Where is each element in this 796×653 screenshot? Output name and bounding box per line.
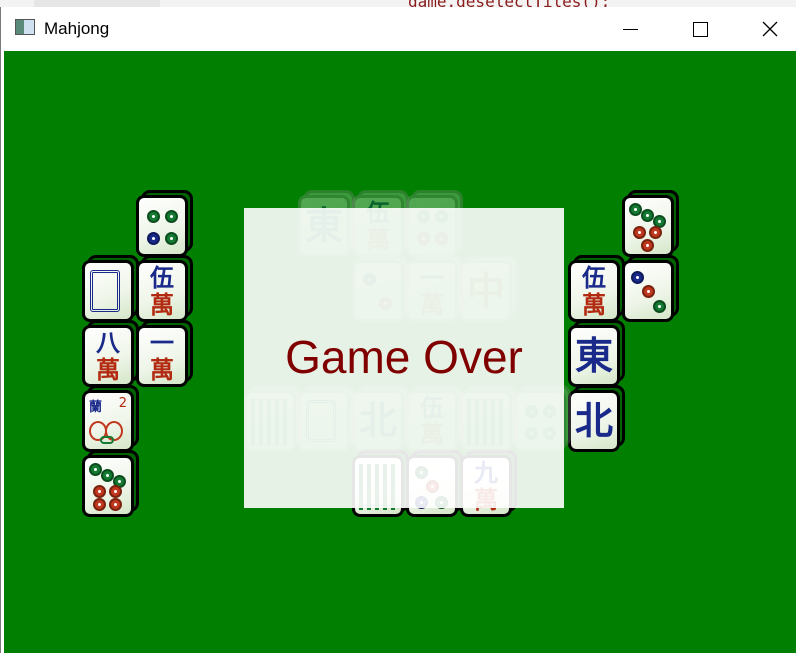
maximize-icon (692, 21, 708, 37)
tile-circles-4[interactable] (136, 190, 193, 257)
orchid-stem-icon (100, 436, 114, 444)
tile-face: 北 (568, 390, 620, 452)
tile-characters-8[interactable]: 八 萬 (82, 320, 139, 387)
tile-numeral: 伍 (582, 263, 606, 292)
circle-pip (109, 498, 122, 511)
circle-pip (641, 239, 654, 252)
circle-pip (147, 210, 160, 223)
circle-pip (642, 285, 655, 298)
flower-name: 蘭 (89, 400, 103, 415)
tile-face (82, 455, 134, 517)
tile-face: 蘭 2 (82, 390, 134, 452)
minimize-icon (622, 28, 638, 30)
circle-pip (93, 498, 106, 511)
circle-pip (165, 232, 178, 245)
tile-face: 東 (568, 325, 620, 387)
circle-pip (631, 271, 644, 284)
tile-face: 一 萬 (136, 325, 188, 387)
maximize-button[interactable] (665, 7, 735, 51)
tile-face (82, 260, 134, 322)
mahjong-window: Mahjong 伍 萬 八 萬 一 萬 蘭 2 伍 萬 東 北 Game Ove… (0, 7, 796, 653)
tile-circles-3[interactable] (622, 255, 679, 322)
tile-numeral: 八 (96, 328, 120, 357)
tile-flower-orchid[interactable]: 蘭 2 (82, 385, 139, 452)
white-dragon-frame-icon (90, 270, 120, 312)
game-board[interactable]: 伍 萬 八 萬 一 萬 蘭 2 伍 萬 東 北 Game Over (4, 51, 796, 653)
tile-characters-1[interactable]: 一 萬 (136, 320, 193, 387)
game-over-message: Game Over (285, 331, 523, 383)
tile-suit-glyph: 萬 (150, 290, 174, 319)
tile-north-wind[interactable]: 北 (568, 385, 625, 452)
flower-number: 2 (118, 396, 127, 411)
circle-pip (93, 485, 106, 498)
tile-circles-7[interactable] (82, 450, 139, 517)
tile-suit-glyph: 萬 (582, 290, 606, 319)
circle-pip (109, 485, 122, 498)
circle-pip (147, 232, 160, 245)
tile-suit-glyph: 萬 (150, 355, 174, 384)
app-icon (15, 19, 35, 35)
minimize-button[interactable] (595, 7, 665, 51)
circle-pip (649, 226, 662, 239)
tile-numeral: 一 (150, 328, 174, 357)
circle-pip (165, 210, 178, 223)
close-icon (762, 21, 778, 37)
tile-numeral: 伍 (150, 263, 174, 292)
wind-glyph: 北 (574, 398, 613, 443)
tile-suit-glyph: 萬 (96, 355, 120, 384)
window-title: Mahjong (44, 19, 110, 38)
circle-pip (653, 300, 666, 313)
tile-face (136, 195, 188, 257)
tile-face: 伍 萬 (568, 260, 620, 322)
wind-glyph: 東 (574, 333, 613, 378)
tile-face (622, 195, 674, 257)
tile-face: 八 萬 (82, 325, 134, 387)
tile-face (622, 260, 674, 322)
tile-characters-5[interactable]: 伍 萬 (136, 255, 193, 322)
circle-pip (633, 226, 646, 239)
tile-characters-5[interactable]: 伍 萬 (568, 255, 625, 322)
game-over-overlay[interactable]: Game Over (244, 208, 564, 508)
tile-white-dragon[interactable] (82, 255, 139, 322)
close-button[interactable] (735, 7, 796, 51)
tile-circles-6[interactable] (622, 190, 679, 257)
tile-face: 伍 萬 (136, 260, 188, 322)
tile-east-wind[interactable]: 東 (568, 320, 625, 387)
title-bar: Mahjong (1, 7, 796, 51)
